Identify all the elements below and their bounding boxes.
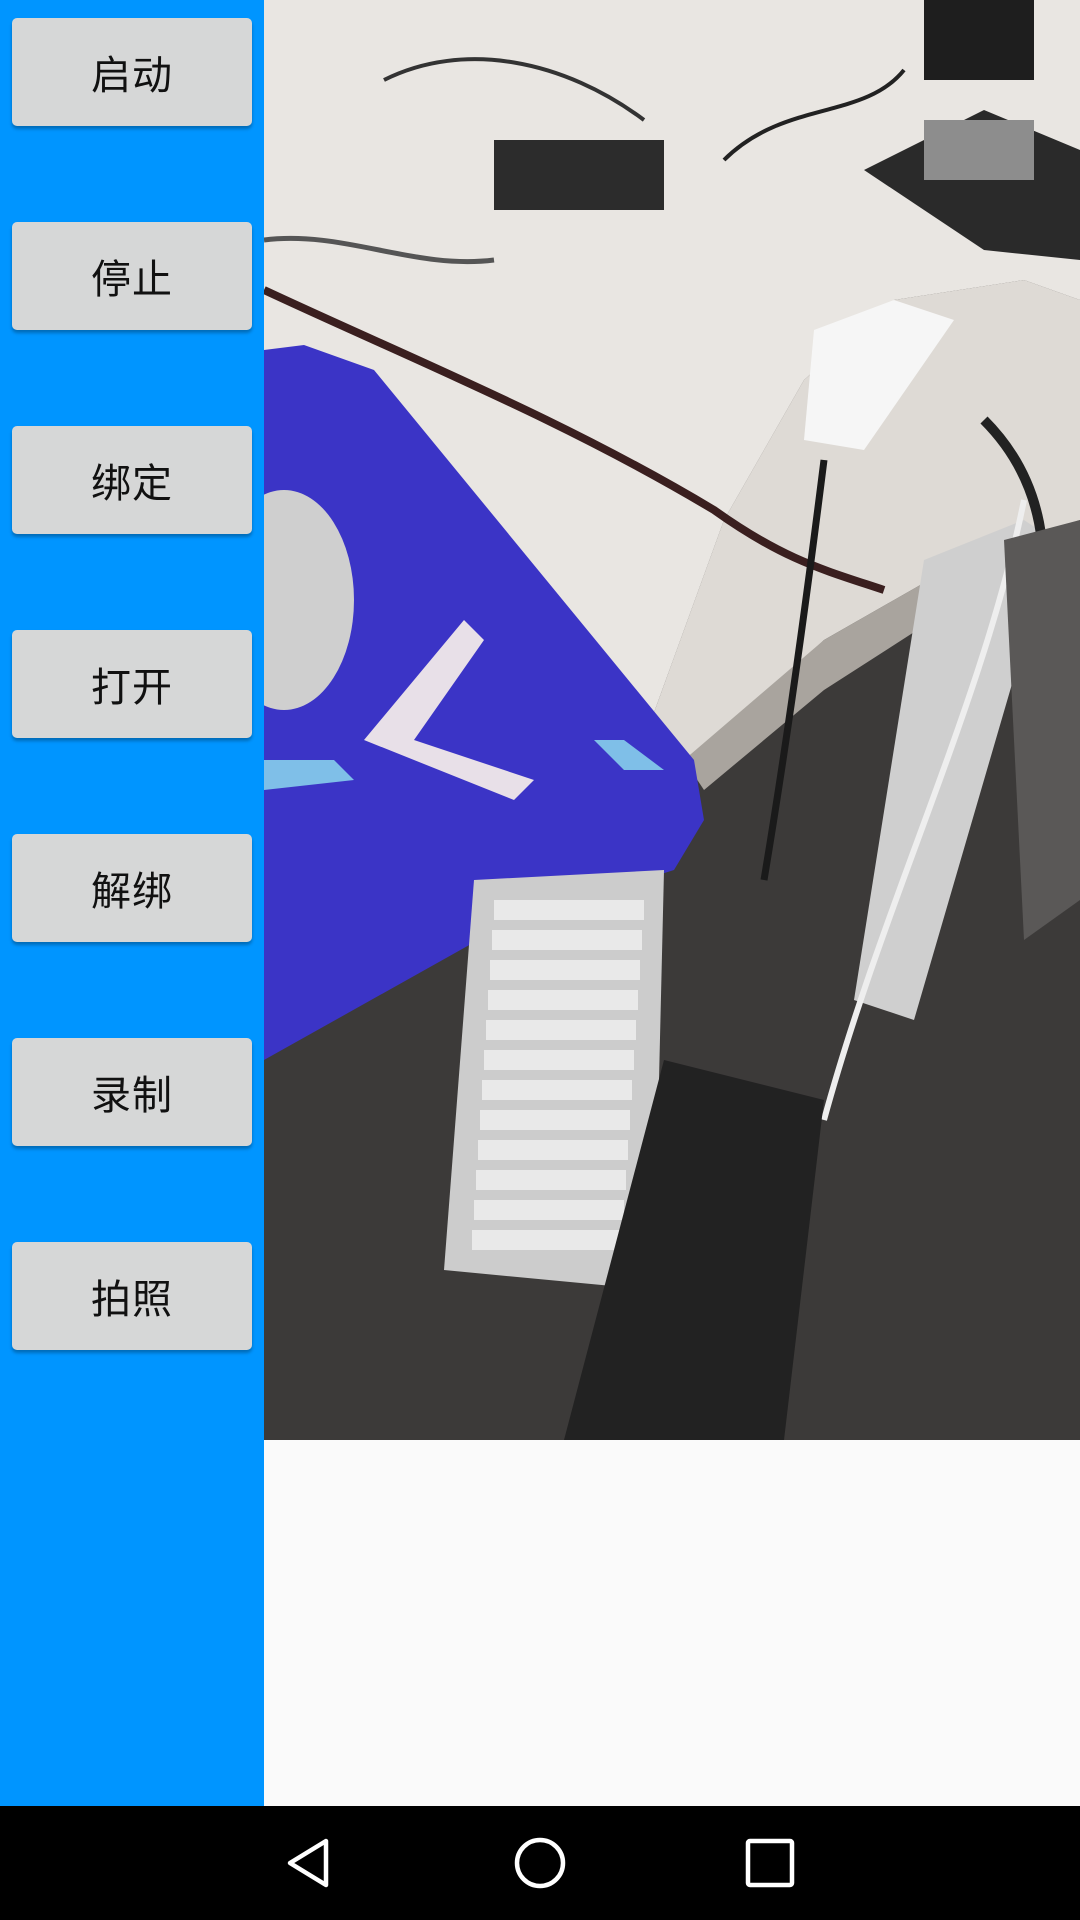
navigation-bar: [0, 1806, 1080, 1920]
open-button[interactable]: 打开: [12, 630, 252, 738]
start-button[interactable]: 启动: [12, 18, 252, 126]
recents-icon[interactable]: [710, 1806, 830, 1920]
bind-button[interactable]: 绑定: [12, 426, 252, 534]
control-panel: 启动 停止 绑定 打开 解绑 录制 拍照: [0, 0, 264, 1806]
app-root: 启动 停止 绑定 打开 解绑 录制 拍照: [0, 0, 1080, 1920]
record-button[interactable]: 录制: [12, 1038, 252, 1146]
photo-button[interactable]: 拍照: [12, 1242, 252, 1350]
empty-area: [264, 1440, 1080, 1806]
camera-preview: [264, 0, 1080, 1440]
unbind-button[interactable]: 解绑: [12, 834, 252, 942]
home-icon[interactable]: [480, 1806, 600, 1920]
back-icon[interactable]: [250, 1806, 370, 1920]
stop-button[interactable]: 停止: [12, 222, 252, 330]
